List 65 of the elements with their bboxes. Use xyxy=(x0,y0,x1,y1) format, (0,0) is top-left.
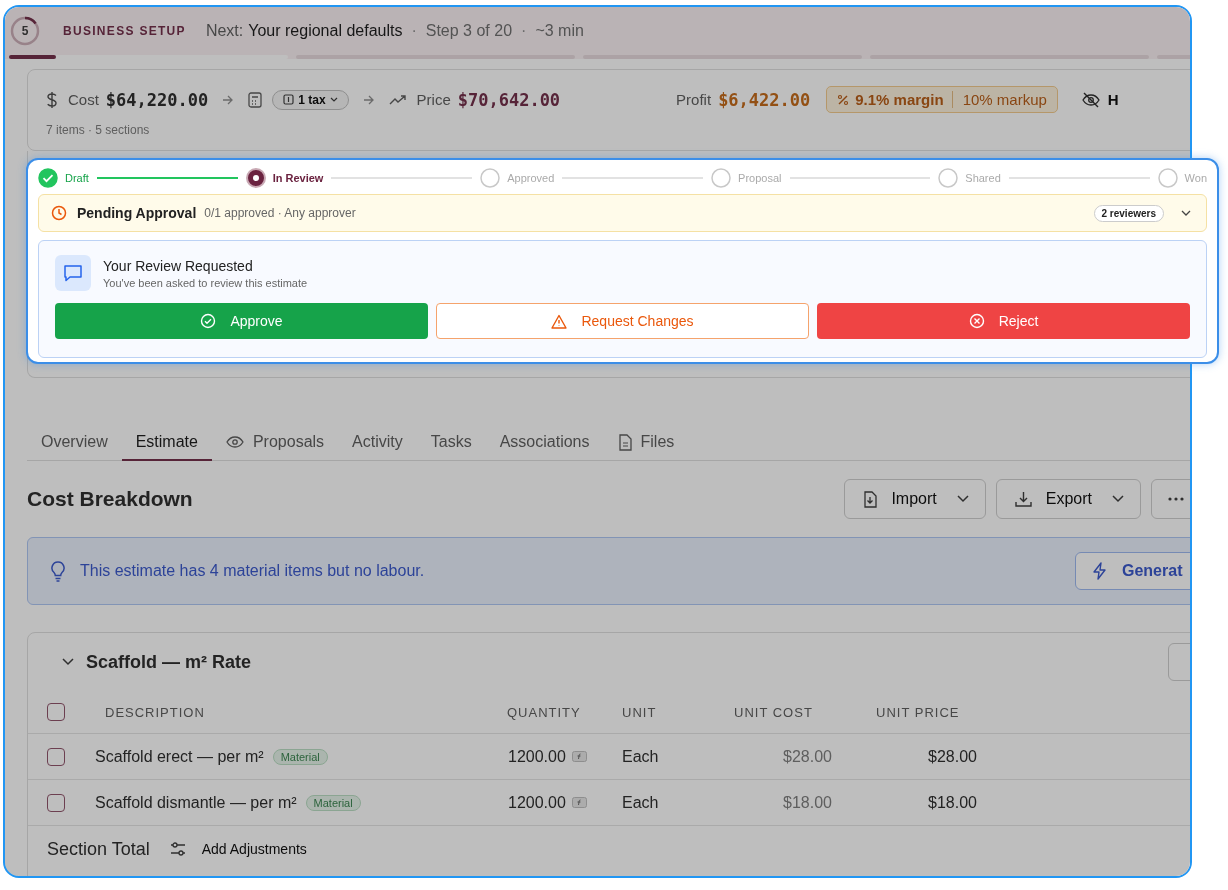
material-tag: Material xyxy=(272,748,328,765)
cost-label: Cost xyxy=(68,91,99,108)
next-step: Your regional defaults xyxy=(248,22,403,40)
setup-detail: Step 3 of 20 xyxy=(425,22,513,40)
separator: · xyxy=(411,22,417,40)
tab[interactable]: Overview xyxy=(27,427,122,461)
next-label: Next: xyxy=(205,22,244,40)
approve-button[interactable]: Approve xyxy=(55,303,428,339)
unit-cell-text: Each xyxy=(622,793,660,812)
separator: · xyxy=(521,22,527,40)
setup-title: BUSINESS SETUP xyxy=(63,24,186,38)
tab[interactable]: Proposals xyxy=(211,427,339,461)
review-subtitle: You've been asked to review this estimate xyxy=(103,276,308,289)
margin-text: 9.1% margin xyxy=(855,91,944,108)
step-label: Shared xyxy=(965,172,1001,184)
unit-cost-cell-text: $28.00 xyxy=(782,747,832,766)
pending-title: Pending Approval xyxy=(77,205,197,221)
section-total-label: Section Total xyxy=(47,838,150,860)
step-label: Won xyxy=(1184,172,1207,184)
tax-dropdown[interactable]: 1 tax xyxy=(272,89,349,110)
tab[interactable]: Associations xyxy=(485,427,604,461)
profit-label: Profit xyxy=(676,91,712,108)
cost-value: $64,220.00 xyxy=(105,89,209,110)
hide-button[interactable]: H xyxy=(1081,91,1119,108)
column-header: QUANTITY xyxy=(507,704,582,720)
generate-button[interactable]: Generat xyxy=(1075,552,1190,590)
unit-price-cell-text: $18.00 xyxy=(927,793,977,812)
material-tag: Material xyxy=(305,794,361,811)
review-title: Your Review Requested xyxy=(103,257,254,274)
step-label: In Review xyxy=(272,172,324,184)
column-header: UNIT xyxy=(622,704,658,720)
description-cell: Scaffold erect — per m² xyxy=(95,747,264,766)
quantity-cell: 1200.00 xyxy=(508,747,566,766)
step-label: Approved xyxy=(507,172,555,184)
summary-meta: 7 items · 5 sections xyxy=(46,123,151,137)
tab[interactable]: Estimate xyxy=(121,427,212,461)
column-header: DESCRIPTION xyxy=(104,704,206,720)
price-label: Price xyxy=(416,91,451,108)
step-label: Draft xyxy=(65,172,89,184)
action-button[interactable]: Import xyxy=(844,479,986,519)
step-number: 5 xyxy=(20,24,30,38)
profit-value: $6,422.00 xyxy=(718,89,811,110)
description-cell: Scaffold dismantle — per m² xyxy=(95,793,297,812)
reject-button[interactable]: Reject xyxy=(817,303,1190,339)
tab[interactable]: Tasks xyxy=(416,427,486,461)
tab[interactable]: Activity xyxy=(338,427,417,461)
column-header: UNIT COST xyxy=(733,704,814,720)
setup-detail: ~3 min xyxy=(535,22,584,40)
quantity-cell: 1200.00 xyxy=(508,793,566,812)
step-label: Proposal xyxy=(738,172,782,184)
price-value: $70,642.00 xyxy=(457,89,561,110)
section-title: Scaffold — m² Rate xyxy=(86,651,252,673)
section-heading: Cost Breakdown xyxy=(27,487,193,511)
request-changes-button[interactable]: Request Changes xyxy=(436,303,809,339)
column-header: UNIT PRICE xyxy=(875,704,961,720)
tab[interactable]: Files xyxy=(603,427,689,461)
add-adjustments-button[interactable]: Add Adjustments xyxy=(169,841,307,857)
banner-text: This estimate has 4 material items but no labour. xyxy=(80,562,425,580)
unit-cost-cell-text: $18.00 xyxy=(782,793,832,812)
unit-cell-text: Each xyxy=(622,747,660,766)
reviewers-badge: 2 reviewers xyxy=(1093,204,1164,222)
approval-detail: 0/1 approved · Any approver xyxy=(204,206,356,220)
action-button[interactable]: Export xyxy=(995,479,1141,519)
unit-price-cell-text: $28.00 xyxy=(927,747,977,766)
markup-text: 10% markup xyxy=(951,91,1047,108)
